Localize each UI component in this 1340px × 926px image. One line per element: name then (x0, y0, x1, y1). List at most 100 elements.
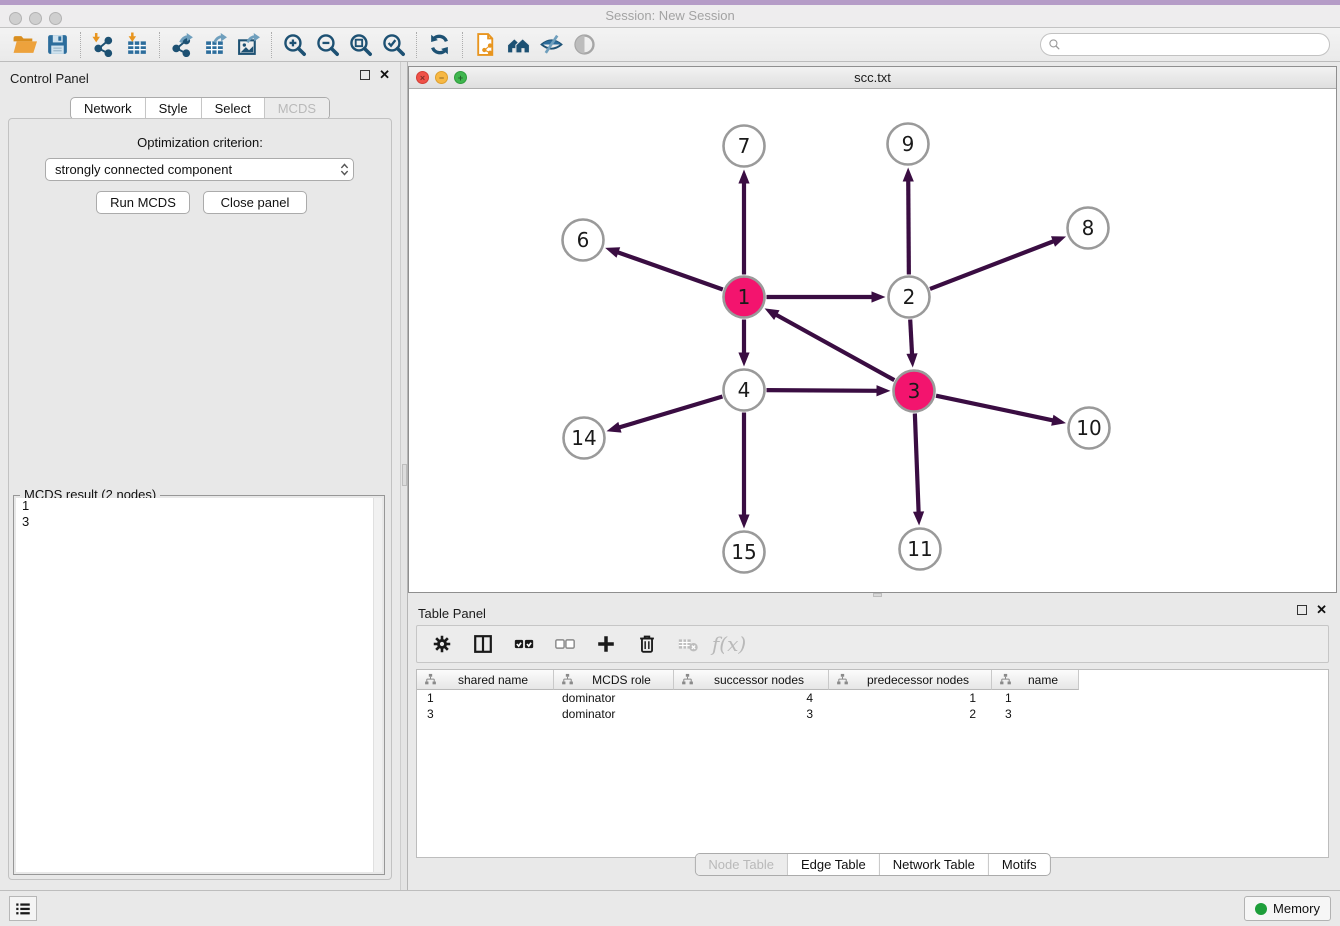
graph-node-label: 6 (577, 228, 590, 252)
export-image-icon[interactable] (232, 30, 265, 60)
add-column-icon[interactable] (593, 631, 619, 657)
graph-edge[interactable] (775, 314, 894, 380)
graph-edge-arrowhead (1051, 415, 1066, 426)
graph-edge-arrowhead (913, 511, 924, 525)
tab-node-table[interactable]: Node Table (695, 854, 787, 875)
graph-edge[interactable] (910, 319, 912, 355)
main-toolbar (0, 28, 1340, 62)
first-neighbors-icon[interactable] (502, 30, 535, 60)
hide-eye-icon[interactable] (535, 30, 568, 60)
zoom-selected-icon[interactable] (377, 30, 410, 60)
close-window-button[interactable] (9, 12, 22, 25)
network-document-icon[interactable] (469, 30, 502, 60)
search-input[interactable] (1061, 36, 1329, 54)
graph-edge[interactable] (936, 396, 1054, 421)
float-table-panel-icon[interactable] (1297, 605, 1307, 615)
graph-edge[interactable] (766, 390, 878, 391)
network-window-title: scc.txt (854, 70, 891, 85)
close-table-panel-icon[interactable]: ✕ (1316, 605, 1327, 615)
table-row[interactable]: 1dominator411 (417, 690, 1328, 706)
accent-strip (0, 0, 1340, 5)
network-window-traffic-lights: × − + (416, 71, 467, 84)
close-panel-icon[interactable]: ✕ (379, 70, 390, 80)
vertical-splitter-handle[interactable] (402, 464, 407, 486)
import-network-icon[interactable] (87, 30, 120, 60)
tab-style[interactable]: Style (145, 98, 201, 119)
network-close-button[interactable]: × (416, 71, 429, 84)
zoom-in-icon[interactable] (278, 30, 311, 60)
graph-node-label: 14 (571, 426, 596, 450)
tab-mcds[interactable]: MCDS (264, 98, 329, 119)
zoom-window-button[interactable] (49, 12, 62, 25)
tab-edge-table[interactable]: Edge Table (787, 854, 879, 875)
uncheck-all-icon[interactable] (552, 631, 578, 657)
combo-stepper-icon (335, 159, 353, 180)
criterion-select[interactable]: strongly connected component (45, 158, 354, 181)
table-cell: 1 (417, 690, 554, 706)
mcds-result-list[interactable]: 13 (16, 498, 382, 872)
graph-edge[interactable] (908, 179, 909, 274)
graph-edge-arrowhead (607, 422, 622, 433)
list-icon (14, 900, 32, 918)
close-panel-button[interactable]: Close panel (203, 191, 307, 214)
table-cell: 2 (829, 706, 992, 722)
graph-svg[interactable]: 1234678910111415 (409, 89, 1336, 592)
run-mcds-button[interactable]: Run MCDS (96, 191, 190, 214)
toolbar-separator (271, 32, 272, 58)
control-panel-title: Control Panel (10, 71, 89, 86)
toolbar-separator (462, 32, 463, 58)
tab-motifs[interactable]: Motifs (988, 854, 1050, 875)
table-cell: 4 (674, 690, 829, 706)
network-minimize-button[interactable]: − (435, 71, 448, 84)
column-header-shared-name[interactable]: shared name (417, 670, 554, 690)
function-builder-icon: f(x) (716, 631, 742, 657)
graph-edge[interactable] (930, 241, 1055, 289)
table-cell: 3 (674, 706, 829, 722)
graph-edge-arrowhead (605, 247, 620, 258)
graph-edge-arrowhead (1051, 236, 1066, 246)
delete-column-icon[interactable] (634, 631, 660, 657)
eye-icon[interactable] (568, 30, 601, 60)
gear-icon[interactable] (429, 631, 455, 657)
save-session-icon[interactable] (41, 30, 74, 60)
column-header-predecessor-nodes[interactable]: predecessor nodes (829, 670, 992, 690)
result-scrollbar[interactable] (373, 498, 382, 872)
zoom-fit-icon[interactable] (344, 30, 377, 60)
split-columns-icon[interactable] (470, 631, 496, 657)
import-table-icon[interactable] (120, 30, 153, 60)
graph-edge[interactable] (616, 252, 722, 290)
export-network-icon[interactable] (166, 30, 199, 60)
float-panel-icon[interactable] (360, 70, 370, 80)
column-header-successor-nodes[interactable]: successor nodes (674, 670, 829, 690)
graph-node-label: 1 (738, 285, 751, 309)
search-box[interactable] (1040, 33, 1330, 56)
memory-button[interactable]: Memory (1244, 896, 1331, 921)
graph-edge-arrowhead (876, 385, 890, 396)
network-canvas[interactable]: 1234678910111415 (409, 89, 1336, 592)
vertical-splitter[interactable] (400, 62, 408, 890)
column-header-name[interactable]: name (992, 670, 1079, 690)
graph-edge[interactable] (915, 413, 919, 513)
graph-edge-arrowhead (738, 353, 749, 367)
tab-network[interactable]: Network (71, 98, 145, 119)
network-zoom-button[interactable]: + (454, 71, 467, 84)
column-header-MCDS-role[interactable]: MCDS role (554, 670, 674, 690)
minimize-window-button[interactable] (29, 12, 42, 25)
export-table-icon[interactable] (199, 30, 232, 60)
open-session-icon[interactable] (8, 30, 41, 60)
apply-layout-icon[interactable] (423, 30, 456, 60)
tab-select[interactable]: Select (201, 98, 264, 119)
zoom-out-icon[interactable] (311, 30, 344, 60)
graph-node-label: 15 (731, 540, 756, 564)
graph-node-label: 2 (903, 285, 916, 309)
table-row[interactable]: 3dominator323 (417, 706, 1328, 722)
window-titlebar: Session: New Session (0, 0, 1340, 28)
graph-edge-arrowhead (738, 170, 749, 184)
graph-edge-arrowhead (906, 353, 917, 367)
task-history-button[interactable] (9, 896, 37, 921)
graph-edge[interactable] (618, 396, 722, 427)
tab-network-table[interactable]: Network Table (879, 854, 988, 875)
check-all-icon[interactable] (511, 631, 537, 657)
graph-edge-arrowhead (903, 167, 914, 181)
table-cell: 3 (417, 706, 554, 722)
